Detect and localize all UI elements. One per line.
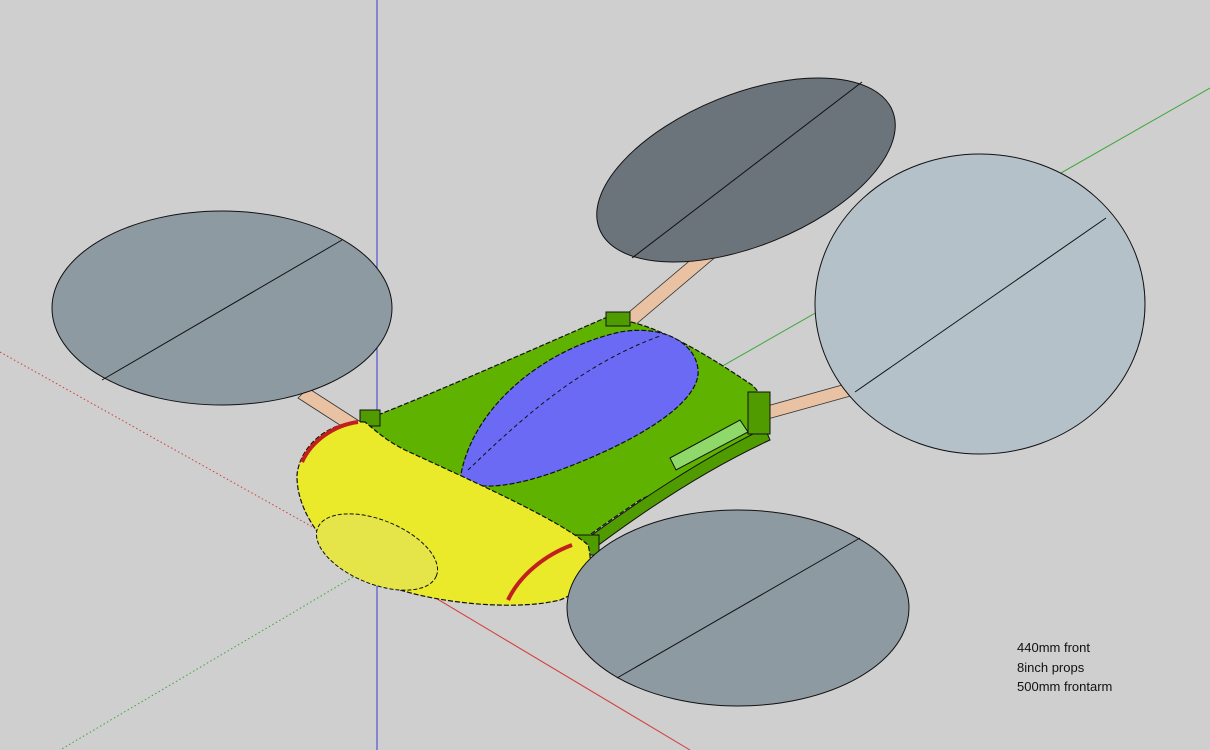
note-front-size: 440mm front xyxy=(1017,640,1090,655)
propeller-front-right[interactable] xyxy=(566,509,910,707)
dimension-notes: 440mm front 8inch props 500mm frontarm xyxy=(1017,638,1112,697)
motor-mount-rear xyxy=(605,311,631,327)
motor-mount-right xyxy=(747,391,771,435)
propeller-front-left[interactable] xyxy=(51,210,393,406)
note-arm-length: 500mm frontarm xyxy=(1017,679,1113,694)
3d-model-viewport[interactable]: 440mm front 8inch props 500mm frontarm xyxy=(0,0,1210,750)
note-prop-size: 8inch props xyxy=(1017,659,1085,675)
propeller-right[interactable] xyxy=(814,153,1146,455)
axis-green-dotted xyxy=(59,562,378,750)
